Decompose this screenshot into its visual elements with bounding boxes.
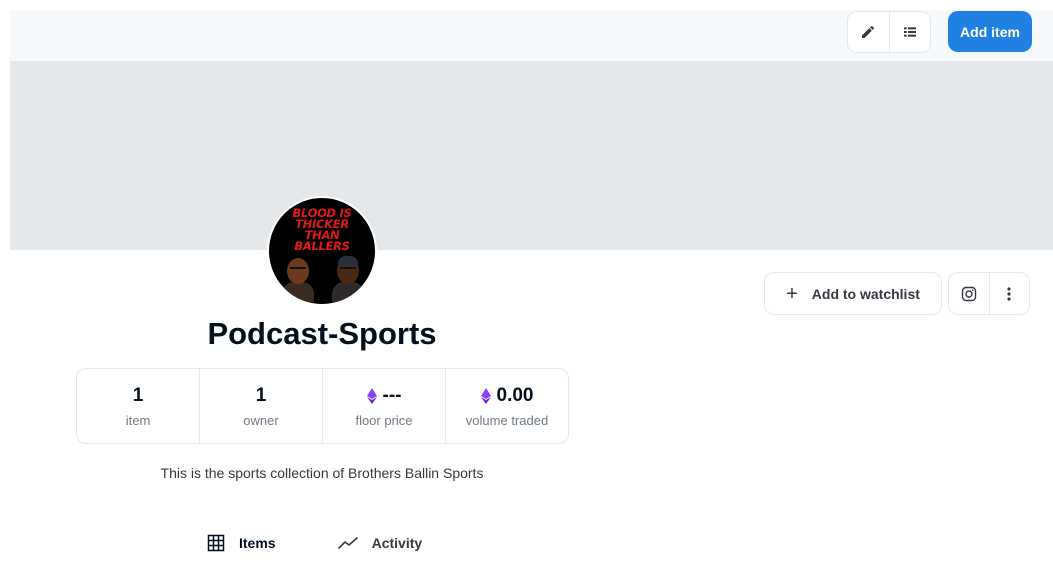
stats-panel: 1 item 1 owner --- floor price 0.00 volu… — [76, 368, 569, 444]
stat-floor-price[interactable]: --- floor price — [322, 369, 445, 443]
top-bar: Add item — [10, 10, 1053, 61]
stat-label: floor price — [355, 412, 413, 428]
add-item-button[interactable]: Add item — [948, 11, 1032, 52]
edit-pencil-icon — [862, 25, 875, 38]
tab-activity[interactable]: Activity — [337, 534, 423, 552]
avatar-figure-right — [337, 256, 359, 284]
stat-items[interactable]: 1 item — [77, 369, 199, 443]
list-view-icon — [903, 27, 916, 37]
collection-avatar: BLOOD IS THICKER THAN BALLERS — [267, 196, 377, 306]
social-actions-group — [948, 272, 1030, 315]
activity-chart-icon — [337, 537, 358, 549]
more-vertical-icon — [1007, 286, 1011, 301]
tab-label: Activity — [371, 535, 423, 551]
tab-items[interactable]: Items — [207, 534, 276, 552]
tab-label: Items — [239, 535, 276, 551]
edit-view-group — [847, 11, 931, 53]
ethereum-icon — [366, 387, 377, 404]
list-view-button[interactable] — [888, 12, 931, 52]
instagram-button[interactable] — [949, 273, 989, 314]
collection-banner — [10, 61, 1053, 250]
stat-owners[interactable]: 1 owner — [199, 369, 322, 443]
stat-label: volume traded — [465, 412, 549, 428]
stat-value: 1 — [132, 384, 144, 406]
more-options-button[interactable] — [988, 273, 1030, 314]
stat-value: 0.00 — [480, 385, 533, 407]
stat-label: owner — [243, 412, 279, 428]
avatar-figure-left-body — [282, 282, 314, 302]
edit-button[interactable] — [848, 12, 889, 52]
add-to-watchlist-button[interactable]: + Add to watchlist — [764, 272, 942, 315]
ethereum-icon — [480, 387, 491, 404]
stat-volume-traded[interactable]: 0.00 volume traded — [445, 369, 568, 443]
avatar-figure-right-body — [332, 282, 364, 302]
collection-title: Podcast-Sports — [207, 316, 437, 351]
grid-icon — [207, 534, 225, 552]
watchlist-label: Add to watchlist — [811, 285, 920, 302]
avatar-logo-text: BLOOD IS THICKER THAN BALLERS — [292, 206, 352, 253]
avatar-figure-left — [287, 258, 309, 284]
instagram-icon — [961, 286, 976, 301]
stat-value: 1 — [255, 384, 267, 406]
collection-tabs: Items Activity — [207, 534, 422, 552]
stat-label: item — [125, 412, 151, 428]
stat-value: --- — [366, 385, 401, 407]
collection-description: This is the sports collection of Brother… — [160, 465, 484, 481]
plus-icon: + — [786, 282, 798, 305]
